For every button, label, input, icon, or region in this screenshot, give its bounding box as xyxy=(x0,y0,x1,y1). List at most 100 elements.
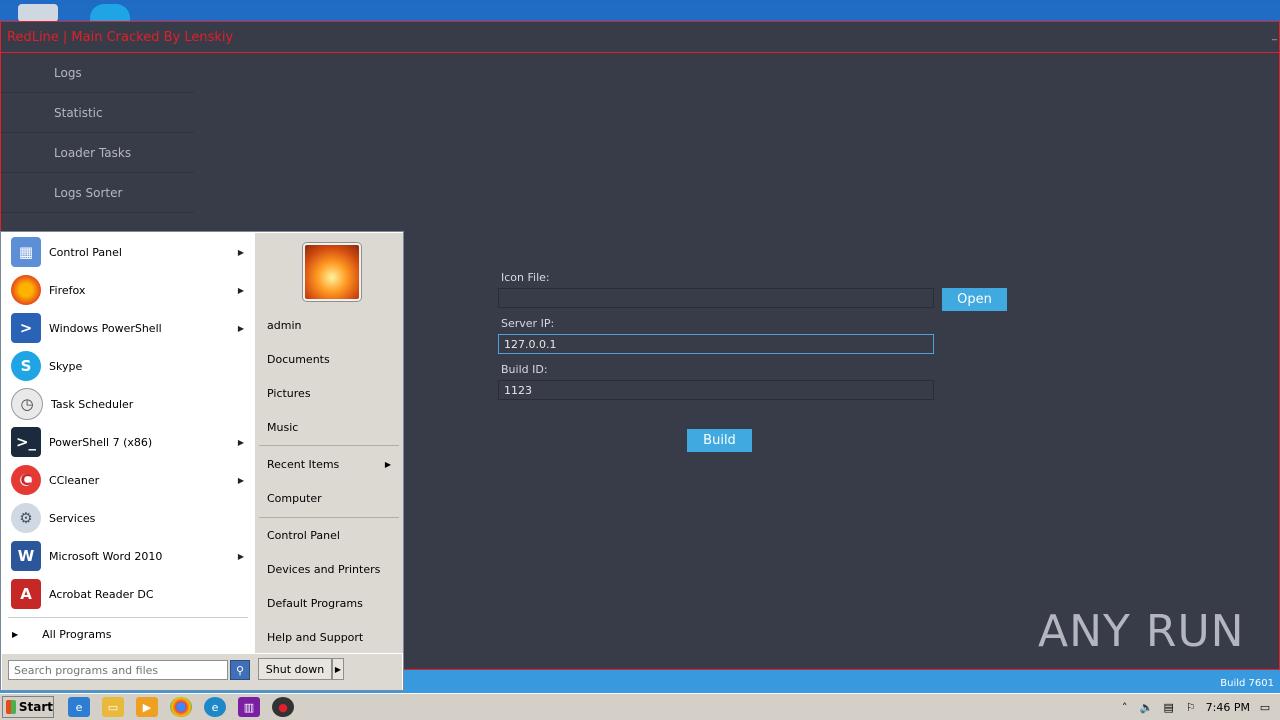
build-button[interactable]: Build xyxy=(687,429,752,452)
clock[interactable]: 7:46 PM xyxy=(1206,701,1250,714)
submenu-arrow-icon: ▶ xyxy=(237,247,244,257)
menu-divider xyxy=(259,445,399,446)
start-label: Start xyxy=(18,700,53,714)
start-menu-bottom: ⚲ Shut down ▶ xyxy=(2,654,402,690)
place-user[interactable]: admin xyxy=(267,316,397,336)
window-titlebar: RedLine | Main Cracked By Lenskiy _ xyxy=(1,22,1279,53)
program-label: CCleaner xyxy=(49,473,100,487)
place-devices-printers[interactable]: Devices and Printers xyxy=(267,560,397,580)
program-label: Services xyxy=(49,511,96,525)
redline-taskbar-icon[interactable]: ● xyxy=(272,697,294,717)
place-help-support[interactable]: Help and Support xyxy=(267,628,397,648)
minimize-button[interactable]: _ xyxy=(1272,30,1277,41)
program-label: Microsoft Word 2010 xyxy=(49,549,163,563)
submenu-arrow-icon: ▶ xyxy=(237,475,244,485)
edge-icon[interactable]: e xyxy=(204,697,226,717)
place-computer[interactable]: Computer xyxy=(267,489,397,509)
program-label: Task Scheduler xyxy=(51,397,134,411)
shutdown-button[interactable]: Shut down xyxy=(258,658,332,680)
search-input[interactable] xyxy=(8,660,228,680)
recycle-bin-icon[interactable] xyxy=(18,4,58,22)
powershell7-icon: >_ xyxy=(11,427,41,457)
program-label: Acrobat Reader DC xyxy=(49,587,154,601)
place-control-panel[interactable]: Control Panel xyxy=(267,526,397,546)
menu-divider xyxy=(8,617,248,618)
action-center-icon[interactable]: ⚐ xyxy=(1184,700,1198,714)
icon-file-input[interactable] xyxy=(498,288,934,308)
program-control-panel[interactable]: ▦ Control Panel ▶ xyxy=(2,233,254,271)
internet-explorer-icon[interactable]: e xyxy=(68,697,90,717)
open-button[interactable]: Open xyxy=(942,288,1007,311)
start-menu-programs: ▦ Control Panel ▶ Firefox ▶ > Windows Po… xyxy=(2,233,254,653)
sidebar-item-logs-sorter[interactable]: Logs Sorter xyxy=(1,173,194,213)
submenu-arrow-icon: ▶ xyxy=(384,460,391,469)
shutdown-options-arrow-icon[interactable]: ▶ xyxy=(332,658,344,680)
submenu-arrow-icon: ▶ xyxy=(237,285,244,295)
submenu-arrow-icon: ▶ xyxy=(237,323,244,333)
server-ip-input[interactable] xyxy=(498,334,934,354)
system-tray: ˄ 🔈 ▤ ⚐ 7:46 PM ▭ xyxy=(1118,695,1280,719)
place-recent-items[interactable]: Recent Items ▶ xyxy=(267,455,397,475)
program-windows-powershell[interactable]: > Windows PowerShell ▶ xyxy=(2,309,254,347)
program-skype[interactable]: S Skype xyxy=(2,347,254,385)
menu-divider xyxy=(259,517,399,518)
windows-logo-icon xyxy=(6,700,16,714)
program-label: Control Panel xyxy=(49,245,122,259)
place-documents[interactable]: Documents xyxy=(267,350,397,370)
network-icon[interactable]: ▤ xyxy=(1162,700,1176,714)
submenu-arrow-icon: ▶ xyxy=(237,437,244,447)
sidebar-item-statistic[interactable]: Statistic xyxy=(1,93,194,133)
program-task-scheduler[interactable]: ◷ Task Scheduler xyxy=(2,385,254,423)
program-label: Firefox xyxy=(49,283,86,297)
acrobat-icon: A xyxy=(11,579,41,609)
start-menu-places: admin Documents Pictures Music Recent It… xyxy=(255,233,403,653)
place-pictures[interactable]: Pictures xyxy=(267,384,397,404)
start-menu: ▦ Control Panel ▶ Firefox ▶ > Windows Po… xyxy=(0,231,404,691)
all-programs-button[interactable]: ▶ All Programs xyxy=(2,622,254,646)
build-id-input[interactable] xyxy=(498,380,934,400)
build-id-label: Build ID: xyxy=(501,363,548,376)
skype-desktop-icon[interactable] xyxy=(90,4,130,22)
chrome-icon[interactable] xyxy=(170,697,192,717)
show-desktop-icon[interactable]: ▭ xyxy=(1258,700,1272,714)
program-services[interactable]: ⚙ Services xyxy=(2,499,254,537)
place-default-programs[interactable]: Default Programs xyxy=(267,594,397,614)
services-icon: ⚙ xyxy=(11,503,41,533)
program-acrobat-reader[interactable]: A Acrobat Reader DC xyxy=(2,575,254,613)
server-ip-label: Server IP: xyxy=(501,317,555,330)
winrar-icon[interactable]: ▥ xyxy=(238,697,260,717)
skype-icon: S xyxy=(11,351,41,381)
windows-build-line: Build 7601 xyxy=(1220,678,1274,689)
expand-arrow-icon: ▶ xyxy=(12,629,19,639)
program-firefox[interactable]: Firefox ▶ xyxy=(2,271,254,309)
volume-icon[interactable]: 🔈 xyxy=(1140,700,1154,714)
task-scheduler-icon: ◷ xyxy=(11,388,43,420)
ccleaner-icon: C xyxy=(11,465,41,495)
program-powershell-7[interactable]: >_ PowerShell 7 (x86) ▶ xyxy=(2,423,254,461)
recent-items-label: Recent Items xyxy=(267,458,340,471)
program-word-2010[interactable]: W Microsoft Word 2010 ▶ xyxy=(2,537,254,575)
file-explorer-icon[interactable]: ▭ xyxy=(102,697,124,717)
taskbar: Start e ▭ ▶ e ▥ ● ˄ 🔈 ▤ ⚐ 7:46 PM ▭ xyxy=(0,693,1280,720)
anyrun-watermark: ANY RUN xyxy=(1038,606,1245,657)
word-icon: W xyxy=(11,541,41,571)
start-button[interactable]: Start xyxy=(2,696,54,718)
show-hidden-icons-icon[interactable]: ˄ xyxy=(1118,700,1132,714)
program-ccleaner[interactable]: C CCleaner ▶ xyxy=(2,461,254,499)
submenu-arrow-icon: ▶ xyxy=(237,551,244,561)
powershell-icon: > xyxy=(11,313,41,343)
all-programs-label: All Programs xyxy=(42,627,112,641)
firefox-icon xyxy=(11,275,41,305)
sidebar-item-logs[interactable]: Logs xyxy=(1,53,194,93)
user-avatar[interactable] xyxy=(303,243,361,301)
control-panel-icon: ▦ xyxy=(11,237,41,267)
media-player-icon[interactable]: ▶ xyxy=(136,697,158,717)
program-label: PowerShell 7 (x86) xyxy=(49,435,153,449)
window-title: RedLine | Main Cracked By Lenskiy xyxy=(7,29,234,45)
search-icon[interactable]: ⚲ xyxy=(230,660,250,680)
sidebar-item-loader-tasks[interactable]: Loader Tasks xyxy=(1,133,194,173)
program-label: Skype xyxy=(49,359,83,373)
place-music[interactable]: Music xyxy=(267,418,397,438)
builder-form: Icon File: Open Server IP: Build ID: Bui… xyxy=(498,268,1018,452)
program-label: Windows PowerShell xyxy=(49,321,162,335)
